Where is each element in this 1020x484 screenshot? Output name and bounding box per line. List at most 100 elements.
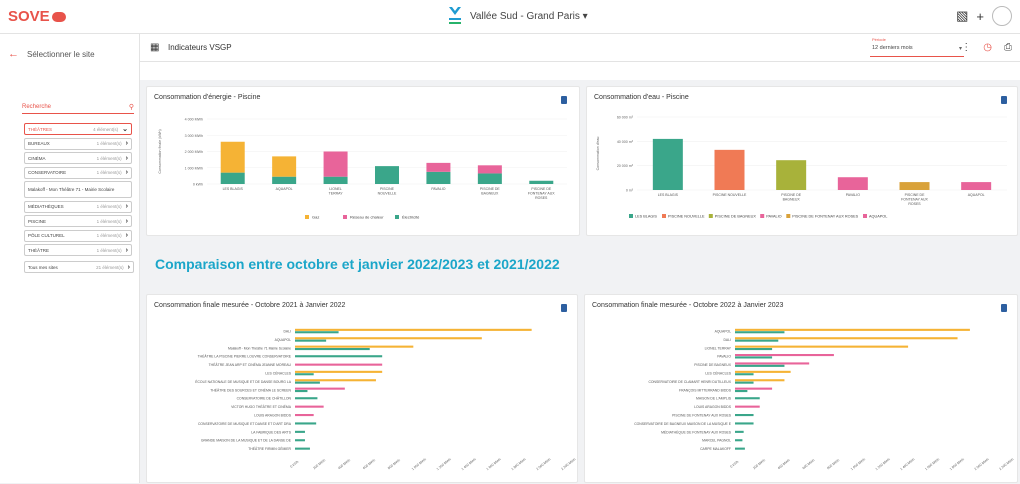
more-vertical-icon[interactable]: ⋮ <box>961 42 971 53</box>
print-icon[interactable]: ⎙ <box>1004 42 1012 53</box>
bar <box>295 439 305 442</box>
site-group-list: THÉÂTRES 4 élément(s) ⌄ BUREAUX 1 élément(s)… <box>24 123 134 276</box>
sidebar-item[interactable]: CONSERVATOIRE 1 élément(s) › <box>24 166 132 179</box>
legend-label: PAVALIO <box>766 215 781 219</box>
back-label: Sélectionner le site <box>27 49 95 59</box>
chevron-right-icon: › <box>125 246 128 254</box>
category-label: ROSES <box>908 202 921 206</box>
site-name: Vallée Sud - Grand Paris <box>470 11 580 22</box>
legend-label: Électricité <box>402 215 420 220</box>
dashboard-header: ▦ Indicateurs VSGP Période 12 derniers m… <box>140 34 1020 62</box>
bar-segment <box>477 165 502 174</box>
sidebar-item-label: PISCINE <box>28 218 47 224</box>
bar <box>735 387 773 390</box>
x-tick-label: 600 MWh <box>802 458 816 470</box>
x-tick-label: 1 600 MWh <box>924 457 940 471</box>
category-label: PISCINE DE <box>781 193 802 197</box>
category-label: CONSERVATOIRE DE BAGNEUX MAISON DE LA MU… <box>634 422 732 426</box>
bar <box>735 348 773 351</box>
sidebar-item-count: 1 élément(s) <box>96 204 122 209</box>
back-to-site-selection[interactable]: ← Sélectionner le site <box>8 42 132 66</box>
bar <box>735 447 745 450</box>
period-select[interactable]: Période 12 derniers mois ▾ <box>870 37 964 57</box>
x-tick-label: 1 400 MWh <box>461 457 477 471</box>
sidebar-item[interactable]: Malakoff - Mon Théâtre 71 - Mairie Scola… <box>24 181 132 198</box>
bar <box>735 390 748 393</box>
x-tick-label: 2 200 MWh <box>998 457 1014 471</box>
dashboard-actions: ⋮ ◷ ⎙ <box>961 42 1012 53</box>
category-label: PISCINE DE FONTENAY AUX ROSES <box>672 414 732 418</box>
site-selector[interactable]: Vallée Sud - Grand Paris ▾ <box>470 11 588 22</box>
category-label: BAGNEUX <box>783 198 801 202</box>
legend-swatch <box>305 215 309 219</box>
bar <box>735 439 743 442</box>
category-label: PISCINE DE <box>905 193 926 197</box>
y-tick-label: 20 000 m³ <box>617 164 634 168</box>
sidebar-item[interactable]: THÉÂTRES 4 élément(s) ⌄ <box>24 123 132 135</box>
energy-bar-chart: 0 kWh 1 000 MWh 2 000 MWh 3 000 MWh 4 000 MW… <box>158 118 567 220</box>
category-label: AQUAPOL <box>968 193 985 197</box>
bar <box>735 422 754 425</box>
sidebar-item[interactable]: MÉDIATHÈQUES 1 élément(s) › <box>24 200 132 213</box>
sidebar-search-input[interactable]: Recherche ⚲ <box>22 104 134 114</box>
export-icon[interactable]: ▧ <box>956 8 968 24</box>
sidebar-item[interactable]: CINÉMA 1 élément(s) › <box>24 152 132 164</box>
logo-mark <box>51 12 66 23</box>
category-label: BAGNEUX <box>481 192 499 196</box>
sidebar-item[interactable]: PÔLE CULTUREL 1 élément(s) › <box>24 229 132 242</box>
bar <box>295 331 339 334</box>
x-tick-label: 1 800 MWh <box>511 457 527 471</box>
filter-band <box>140 62 1020 80</box>
bar <box>295 390 308 393</box>
category-label: CARPE MALAKOFF <box>700 447 731 451</box>
energy-chart-card: Consommation d'énergie - Piscine 0 kWh 1 … <box>146 86 580 236</box>
app-logo[interactable]: SOVE <box>8 8 66 25</box>
history-icon[interactable]: ◷ <box>983 42 992 53</box>
bar-segment <box>375 166 399 184</box>
category-label: LES CÉNACLES <box>265 371 291 376</box>
consumption-2021-card: Consommation finale mesurée - Octobre 20… <box>146 294 578 483</box>
sidebar-item-label: CONSERVATOIRE <box>28 170 67 175</box>
x-tick-label: 2 200 MWh <box>560 457 576 471</box>
sidebar-item[interactable]: THÉÂTRE 1 élément(s) › <box>24 244 132 256</box>
x-tick-label: 800 MWh <box>387 458 401 470</box>
sidebar-item-count: 1 élément(s) <box>96 141 122 146</box>
sidebar-item[interactable]: BUREAUX 1 élément(s) › <box>24 137 132 150</box>
bar <box>735 405 760 408</box>
y-tick-label: 2 000 MWh <box>185 150 203 154</box>
bar <box>295 381 320 384</box>
y-tick-label: 40 000 m³ <box>617 140 634 144</box>
category-label: MARCEL PAGNOL <box>702 439 731 443</box>
category-label: FRANÇOIS MITTERRAND BIDDS <box>679 388 732 392</box>
legend-label: PISCINE DE FONTENAY AUX ROSES <box>792 215 858 219</box>
section-title: Comparaison entre octobre et janvier 202… <box>155 256 560 272</box>
sidebar-item-count: 1 élément(s) <box>96 155 122 161</box>
category-label: THÉÂTRE FIRMIN GÉMIER <box>248 446 291 451</box>
category-label: DALI <box>283 330 291 334</box>
bar <box>714 149 745 190</box>
category-label: CONSERVATOIRE DE CLAMART HENRI DUTILLEUX <box>648 380 731 384</box>
top-bar: SOVE Vallée Sud - Grand Paris ▾ ▧ + <box>0 0 1020 34</box>
legend-swatch <box>786 214 791 218</box>
category-label: FONTENAY AUX <box>528 192 555 196</box>
bar <box>295 345 414 348</box>
bar <box>295 339 327 342</box>
x-tick-label: 600 MWh <box>362 458 376 470</box>
sidebar-item[interactable]: PISCINE 1 élément(s) › <box>24 215 132 227</box>
chevron-down-icon: ⌄ <box>122 126 128 133</box>
legend-label: AQUAPOL <box>869 215 887 219</box>
legend-swatch <box>708 214 713 218</box>
avatar[interactable] <box>992 6 1012 26</box>
category-label: DALI <box>723 338 731 342</box>
category-label: MAISON DE L'AMPLIS <box>696 397 732 401</box>
category-label: LIONEL <box>329 187 342 191</box>
bar <box>295 447 310 450</box>
bar <box>961 182 992 190</box>
all-sites-item[interactable]: Tous mes sites 21 élément(s) › <box>24 261 134 273</box>
x-tick-label: 1 200 MWh <box>875 457 891 471</box>
add-icon[interactable]: + <box>976 9 984 24</box>
legend-swatch <box>343 215 347 219</box>
bar <box>295 414 314 417</box>
category-label: THÉÂTRE DES SOURCES ET CINÉMA LE SCREEN <box>210 387 291 392</box>
category-label: LOUIS ARAGON BIDDS <box>254 414 292 418</box>
